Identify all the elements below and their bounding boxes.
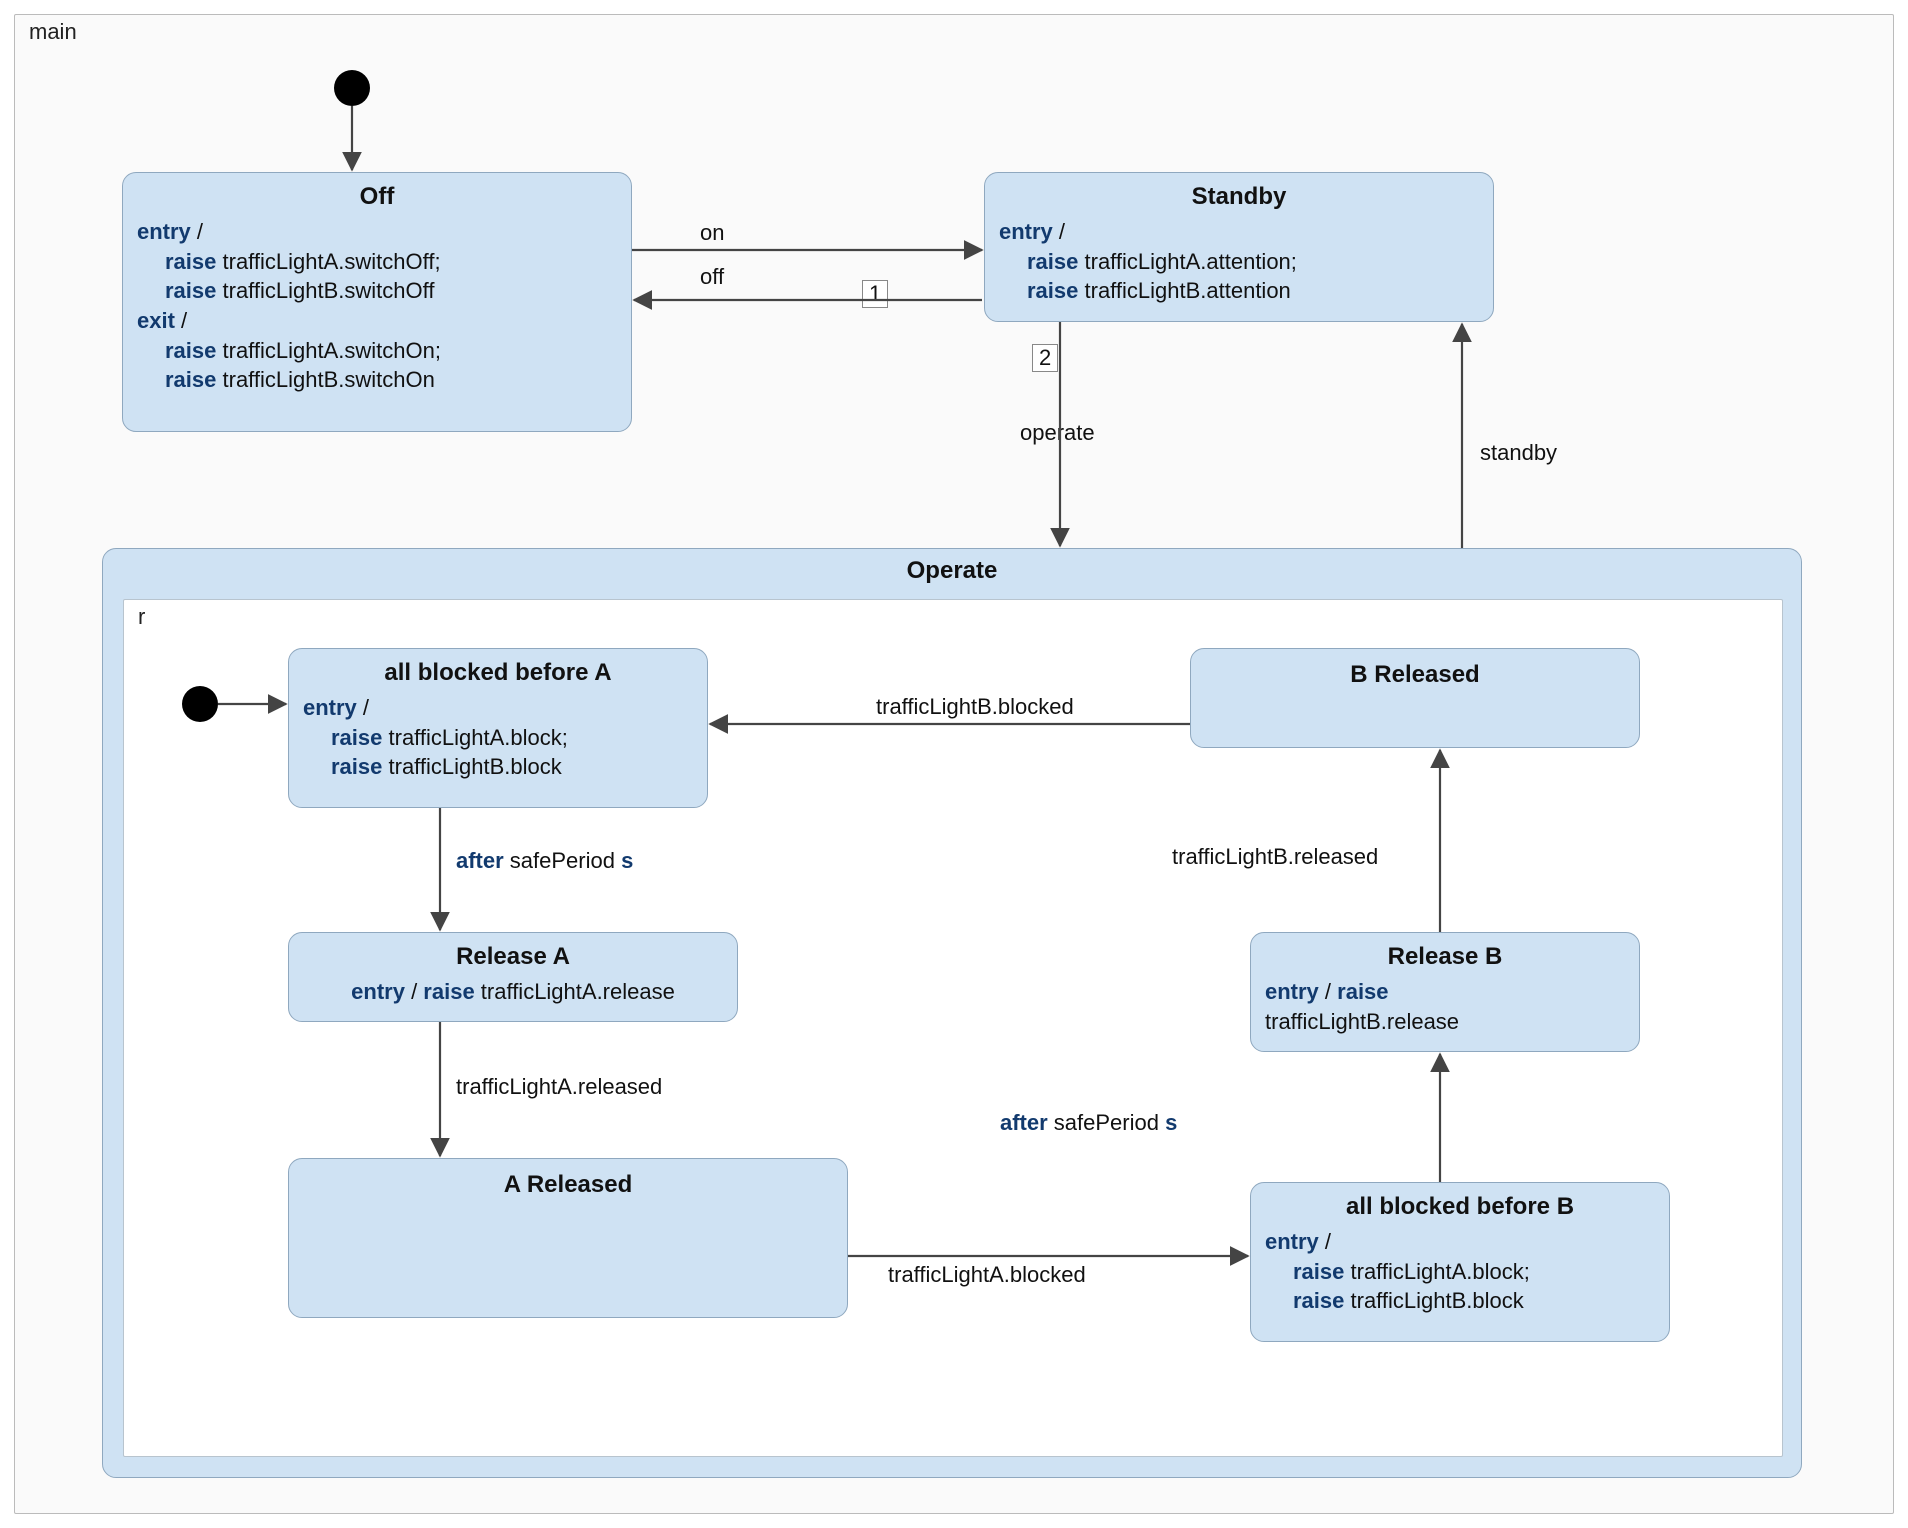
state-operate-title: Operate (103, 549, 1801, 593)
trans-after-safeperiod-b: after safePeriod s (1000, 1110, 1177, 1136)
state-standby[interactable]: Standby entry / raise trafficLightA.atte… (984, 172, 1494, 322)
state-abbb-title: all blocked before B (1265, 1193, 1655, 1221)
trans-tla-released: trafficLightA.released (456, 1074, 662, 1100)
state-a-released[interactable]: A Released (288, 1158, 848, 1318)
state-off-title: Off (137, 183, 617, 211)
state-release-a-title: Release A (303, 943, 723, 971)
state-all-blocked-before-a[interactable]: all blocked before A entry / raise traff… (288, 648, 708, 808)
initial-r (182, 686, 218, 722)
state-release-b[interactable]: Release B entry / raise trafficLightB.re… (1250, 932, 1640, 1052)
trans-after-safeperiod-a: after safePeriod s (456, 848, 633, 874)
trans-tlb-released: trafficLightB.released (1172, 844, 1378, 870)
trans-operate-label: operate (1020, 420, 1095, 446)
state-release-a[interactable]: Release A entry / raise trafficLightA.re… (288, 932, 738, 1022)
prio-1: 1 (862, 280, 888, 308)
prio-2: 2 (1032, 344, 1058, 372)
state-standby-title: Standby (999, 183, 1479, 211)
state-off[interactable]: Off entry / raise trafficLightA.switchOf… (122, 172, 632, 432)
state-standby-body: entry / raise trafficLightA.attention; r… (999, 217, 1479, 306)
statechart-canvas: main Off entry / raise trafficLightA.swi… (0, 0, 1908, 1528)
state-release-b-title: Release B (1265, 943, 1625, 971)
state-all-blocked-before-b[interactable]: all blocked before B entry / raise traff… (1250, 1182, 1670, 1342)
trans-off-label: off (700, 264, 724, 290)
state-b-released-title: B Released (1350, 661, 1479, 689)
trans-on-label: on (700, 220, 724, 246)
region-r-label: r (138, 604, 145, 630)
state-off-body: entry / raise trafficLightA.switchOff; r… (137, 217, 617, 395)
trans-standby-label: standby (1480, 440, 1557, 466)
trans-tlb-blocked: trafficLightB.blocked (876, 694, 1074, 720)
state-b-released[interactable]: B Released (1190, 648, 1640, 748)
region-main-label: main (29, 19, 77, 45)
trans-tla-blocked: trafficLightA.blocked (888, 1262, 1086, 1288)
state-abba-title: all blocked before A (303, 659, 693, 687)
state-a-released-title: A Released (504, 1171, 633, 1199)
initial-main (334, 70, 370, 106)
